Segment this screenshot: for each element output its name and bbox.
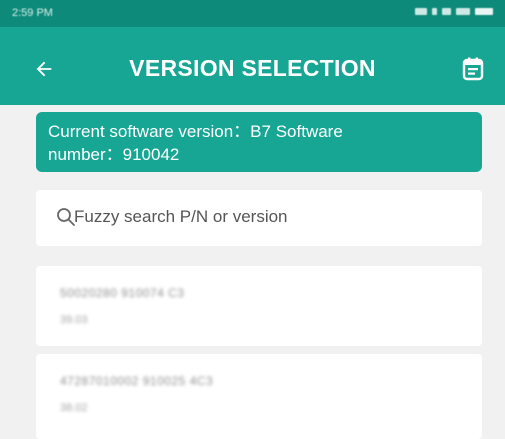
search-input[interactable]: Fuzzy search P/N or version (36, 190, 482, 246)
calendar-button[interactable] (455, 51, 491, 87)
current-version-banner: Current software version：B7 Software num… (36, 112, 482, 172)
search-placeholder: Fuzzy search P/N or version (74, 207, 288, 226)
alarm-icon (456, 8, 470, 15)
calendar-icon (462, 57, 484, 81)
version-number: 38.02 (60, 402, 88, 414)
search-icon (57, 208, 75, 226)
version-list-item[interactable]: 47287010002 910025 4C3 38.02 (36, 354, 482, 439)
banner-line-2: number：910042 (48, 145, 180, 164)
banner-line-1: Current software version：B7 Software (48, 122, 343, 141)
version-list-item[interactable]: 50020280 910074 C3 39.03 (36, 266, 482, 346)
version-pn: 47287010002 910025 4C3 (60, 374, 214, 388)
status-time: 2:59 PM (12, 7, 53, 19)
battery-icon (475, 8, 493, 15)
version-pn: 50020280 910074 C3 (60, 286, 185, 300)
signal-icon (415, 8, 427, 15)
status-icons (415, 8, 493, 15)
wifi-icon (442, 8, 451, 15)
page-title: VERSION SELECTION (129, 55, 376, 81)
status-bar: 2:59 PM (0, 0, 505, 27)
version-number: 39.03 (60, 314, 88, 326)
bluetooth-icon (432, 8, 437, 15)
app-bar: VERSION SELECTION (0, 27, 505, 105)
